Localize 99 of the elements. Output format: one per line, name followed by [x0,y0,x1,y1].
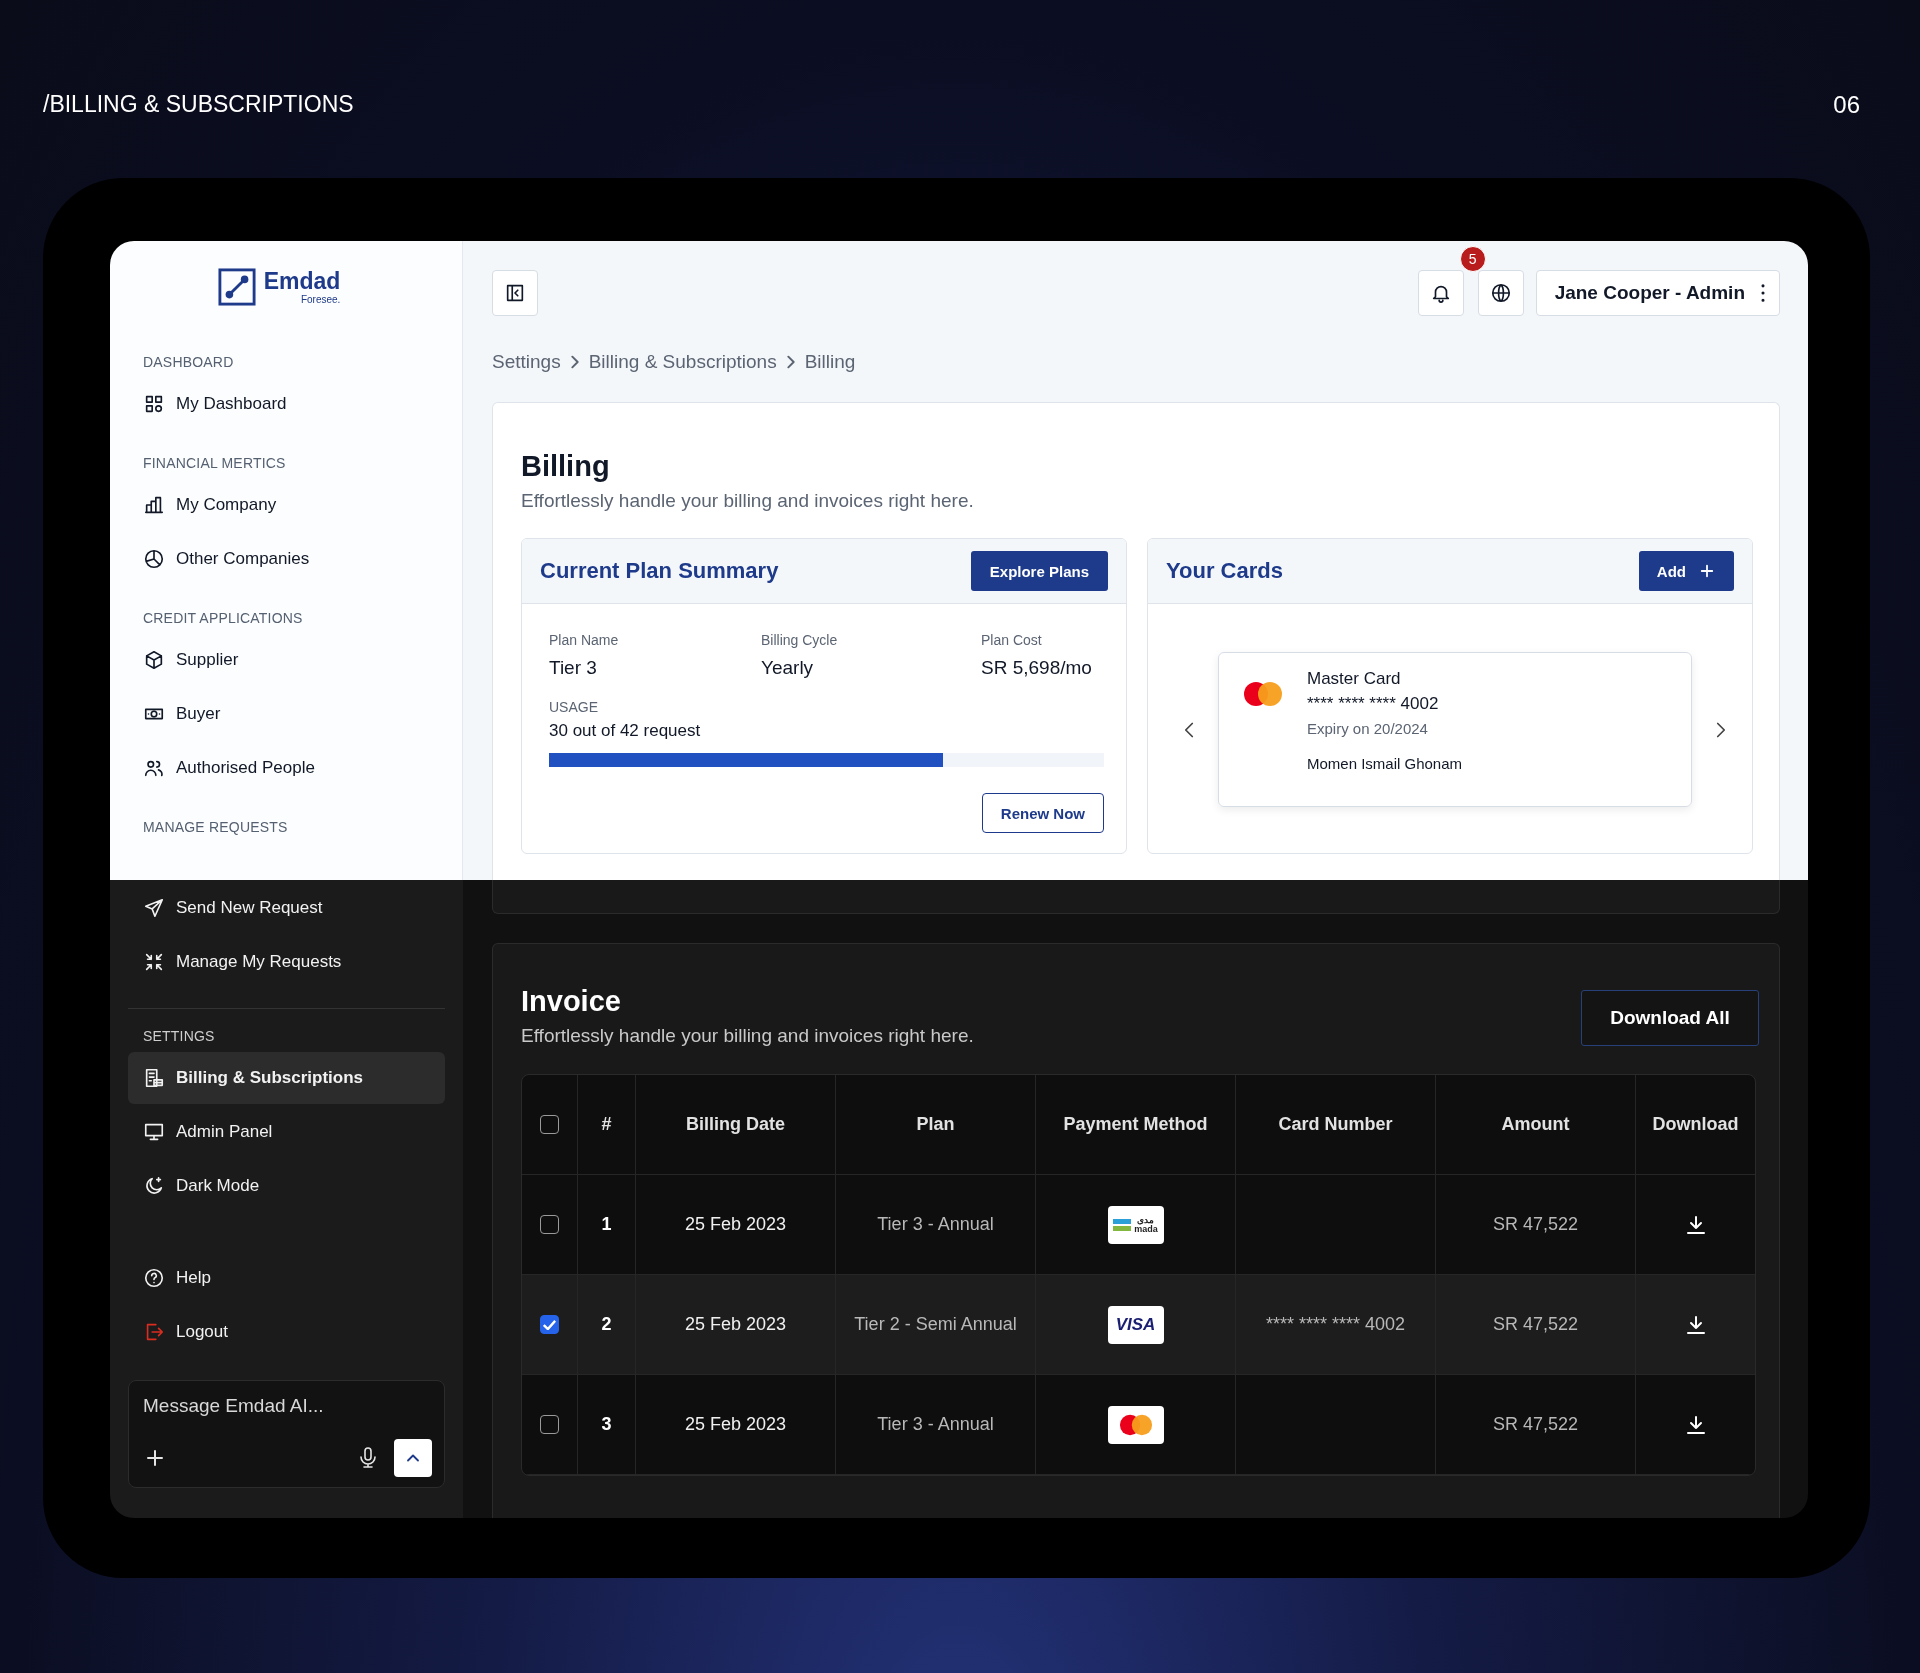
brand-name: Emdad [263,269,341,293]
column-header: Amount [1501,1114,1570,1135]
sidebar-item[interactable]: Help [128,1252,445,1304]
plus-icon [1698,562,1716,580]
document-icon [143,1067,165,1089]
add-button[interactable]: Add [1638,551,1734,591]
checkbox[interactable] [540,1215,559,1234]
section-heading: DASHBOARD [142,353,235,372]
table-cell: 25 Feb 2023 [684,1214,787,1235]
field-label: Plan Cost [981,632,1043,648]
billing-title: Billing [521,449,611,483]
field-label: Billing Cycle [761,632,839,648]
sidebar-item[interactable]: Billing & Subscriptions [128,1052,445,1104]
field-label: Plan Name [549,632,620,648]
section-heading: CREDIT APPLICATIONS [142,609,304,628]
table-cell: 1 [601,1214,612,1235]
monitor-icon [143,1121,165,1143]
notification-badge: 5 [1459,246,1486,272]
billing-subtitle: Effortlessly handle your billing and invoices right here. [521,490,975,512]
column-header: Billing Date [686,1114,785,1135]
checkbox[interactable] [540,1315,559,1334]
table-cell: 25 Feb 2023 [684,1414,787,1435]
logo-icon [217,268,256,306]
brand-tagline: Foresee. [300,294,341,305]
column-header: # [601,1114,612,1135]
usage-text: 30 out of 42 request [549,721,702,741]
breadcrumb-link[interactable]: Settings [492,351,561,373]
usage-label: USAGE [549,699,599,715]
grid-icon [143,393,165,415]
help-icon [143,1267,165,1289]
sidebar-item[interactable]: My Dashboard [128,378,444,430]
section-heading: SETTINGS [142,1027,216,1046]
more-icon [1761,284,1765,302]
breadcrumb-current: Billing [804,351,856,373]
sidebar-item[interactable]: Logout [128,1306,445,1358]
send-button[interactable] [394,1439,432,1477]
mastercard-logo [1107,1405,1164,1444]
message-input[interactable]: Message Emdad AI... [143,1395,432,1417]
table-cell: SR 47,522 [1492,1414,1579,1435]
sidebar-item[interactable]: Send New Request [128,882,445,934]
table-cell: SR 47,522 [1492,1214,1579,1235]
field-value: Yearly [761,657,815,679]
field-value: Tier 3 [549,657,598,679]
checkbox[interactable] [540,1415,559,1434]
paper-plane-icon [143,897,165,919]
card-title: Current Plan Summary [540,558,779,584]
sidebar-item[interactable]: Dark Mode [128,1160,445,1212]
table-cell: Tier 2 - Semi Annual [854,1314,1017,1335]
column-header: Download [1652,1114,1739,1135]
sidebar-item[interactable]: Other Companies [128,533,444,585]
chevron-icon [786,355,795,369]
section-heading: FINANCIAL MERTICS [142,454,287,473]
table-cell: 25 Feb 2023 [684,1314,787,1335]
download-all-button[interactable]: Download All [1581,990,1759,1046]
chevron-icon [570,355,579,369]
language-button[interactable] [1477,270,1524,316]
globe-icon [1489,282,1512,304]
column-header: Card Number [1278,1114,1393,1135]
table-cell: **** **** **** 4002 [1265,1314,1406,1335]
card-title: Your Cards [1166,558,1283,584]
sidebar-item[interactable]: Admin Panel [128,1106,445,1158]
pie-chart-icon [143,548,165,570]
sidebar-item[interactable]: Manage My Requests [128,936,445,988]
table-cell: Tier 3 - Annual [877,1414,994,1435]
sidebar-toggle-icon [504,282,526,304]
sidebar-item[interactable]: My Company [128,479,444,531]
arrows-icon [143,951,165,973]
section-heading: MANAGE REQUESTS [142,818,289,837]
invoice-title: Invoice [521,984,622,1018]
card-expiry: Expiry on 20/2024 [1307,720,1429,737]
field-value: SR 5,698/mo [981,657,1093,679]
slide-title: /BILLING & SUBSCRIPTIONS [43,91,354,118]
bar-chart-icon [143,494,165,516]
card-holder: Momen Ismail Ghonam [1307,755,1463,772]
invoice-subtitle: Effortlessly handle your billing and invoices right here. [521,1025,974,1047]
sidebar-item[interactable]: Buyer [128,688,444,740]
moon-icon [143,1175,165,1197]
table-cell: 3 [601,1414,612,1435]
cube-icon [143,649,165,671]
column-header: Payment Method [1063,1114,1208,1135]
sidebar-item[interactable]: Authorised People [128,742,444,794]
card-number: **** **** **** 4002 [1307,694,1440,714]
table-cell: SR 47,522 [1492,1314,1579,1335]
sidebar-item[interactable]: Supplier [128,634,444,686]
checkbox[interactable] [540,1115,559,1134]
table-cell: Tier 3 - Annual [877,1214,994,1235]
card-name: Master Card [1307,669,1402,689]
check-icon [543,1319,556,1330]
renew-now-button[interactable]: Renew Now [981,793,1104,833]
user-menu-button[interactable]: Jane Cooper - Admin [1535,270,1780,316]
column-header: Plan [916,1114,955,1135]
visa-logo: VISA [1107,1305,1164,1344]
page-number: 06 [1833,91,1860,119]
mastercard-logo [1243,681,1283,707]
explore-plans-button[interactable]: Explore Plans [970,551,1108,591]
notification-button[interactable] [1417,270,1464,316]
breadcrumb-link[interactable]: Billing & Subscriptions [588,351,777,373]
sidebar-toggle-button[interactable] [492,270,538,316]
table-cell: 2 [601,1314,612,1335]
